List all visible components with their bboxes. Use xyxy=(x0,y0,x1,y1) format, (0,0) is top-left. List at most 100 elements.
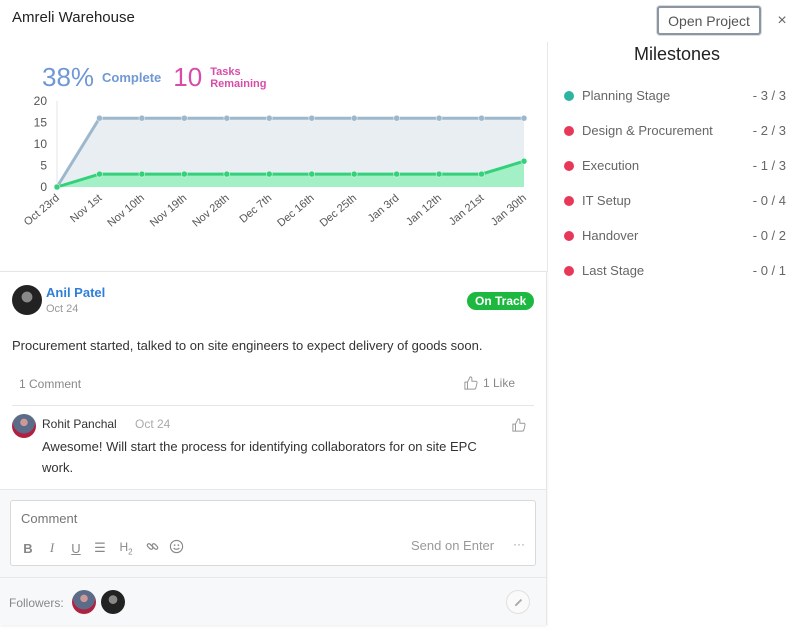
milestone-status-dot xyxy=(564,195,574,206)
composer-area: B I U ☰ H2 Send on Enter ··· xyxy=(0,489,546,577)
milestone-label: Design & Procurement xyxy=(582,123,713,138)
x-tick-label: Nov 28th xyxy=(190,192,231,229)
milestone-count: - 0 / 1 xyxy=(752,263,786,278)
data-point xyxy=(478,170,485,178)
list-icon[interactable]: ☰ xyxy=(93,540,107,556)
x-tick-label: Jan 30th xyxy=(489,192,529,228)
followers-bar: Followers: xyxy=(0,577,546,625)
milestone-count: - 1 / 3 xyxy=(752,158,786,173)
milestone-status-dot xyxy=(564,125,574,136)
milestone-item[interactable]: Planning Stage - 3 / 3 xyxy=(564,78,786,113)
data-point xyxy=(138,170,146,178)
y-tick-label: 0 xyxy=(40,180,47,194)
update-card: Anil Patel Oct 24 On Track Procurement s… xyxy=(0,271,547,625)
milestone-count: - 0 / 4 xyxy=(752,193,786,208)
author-avatar[interactable] xyxy=(12,285,42,315)
x-tick-label: Dec 16th xyxy=(275,192,316,229)
x-tick-label: Jan 21st xyxy=(447,192,487,228)
milestone-count: - 3 / 3 xyxy=(752,88,786,103)
comment-like-button[interactable] xyxy=(512,418,526,437)
data-point xyxy=(266,170,273,178)
heading-icon[interactable]: H2 xyxy=(117,540,135,556)
open-project-button[interactable]: Open Project xyxy=(657,6,761,35)
milestone-item[interactable]: Handover - 0 / 2 xyxy=(564,218,786,253)
data-point xyxy=(308,114,315,122)
data-point xyxy=(96,114,103,122)
pencil-icon xyxy=(514,598,522,606)
milestone-status-dot xyxy=(564,265,574,276)
data-point xyxy=(96,170,103,178)
milestone-status-dot xyxy=(564,90,574,101)
formatting-toolbar: B I U ☰ H2 xyxy=(21,539,184,557)
status-badge: On Track xyxy=(467,292,535,310)
data-point xyxy=(393,170,400,178)
follower-avatar[interactable] xyxy=(72,590,96,614)
milestone-item[interactable]: Last Stage - 0 / 1 xyxy=(564,253,786,288)
x-tick-label: Oct 23rd xyxy=(22,192,62,228)
data-point xyxy=(393,114,400,122)
data-point xyxy=(181,170,188,178)
milestone-label: Last Stage xyxy=(582,263,645,278)
bold-icon[interactable]: B xyxy=(21,541,35,556)
comments-link[interactable]: 1 Comment xyxy=(19,377,81,391)
page-title: Amreli Warehouse xyxy=(12,9,135,26)
milestones-list: Planning Stage - 3 / 3 Design & Procuremen… xyxy=(564,78,786,288)
thumbs-up-icon xyxy=(464,376,478,390)
milestone-count: - 0 / 2 xyxy=(752,228,786,243)
followers-label: Followers: xyxy=(9,596,64,610)
milestone-status-dot xyxy=(564,160,574,171)
emoji-icon[interactable] xyxy=(169,539,184,557)
x-tick-label: Nov 10th xyxy=(105,192,146,229)
commenter-name[interactable]: Rohit Panchal xyxy=(42,417,117,431)
post-body: Procurement started, talked to on site e… xyxy=(12,338,483,353)
post-date: Oct 24 xyxy=(46,303,79,315)
send-on-enter[interactable]: Send on Enter xyxy=(411,538,494,553)
comment-input[interactable] xyxy=(21,511,321,526)
milestone-item[interactable]: Execution - 1 / 3 xyxy=(564,148,786,183)
comment-body: Awesome! Will start the process for iden… xyxy=(42,439,477,475)
data-point xyxy=(435,170,443,178)
progress-chart: 0 5 10 15 20 Oct 23rd Nov 1st Nov 10th Nov 19th N… xyxy=(22,94,529,230)
data-point xyxy=(520,114,528,122)
divider xyxy=(12,405,534,406)
x-tick-label: Dec 25th xyxy=(318,192,359,229)
comment-date: Oct 24 xyxy=(135,417,171,431)
milestone-label: IT Setup xyxy=(582,193,631,208)
data-point xyxy=(266,114,273,122)
milestone-count: - 2 / 3 xyxy=(752,123,786,138)
follower-avatar[interactable] xyxy=(101,590,125,614)
comment-composer: B I U ☰ H2 Send on Enter ··· xyxy=(10,500,536,566)
milestone-label: Handover xyxy=(582,228,639,243)
italic-icon[interactable]: I xyxy=(45,540,59,556)
x-tick-label: Nov 19th xyxy=(148,192,189,229)
more-options-icon[interactable]: ··· xyxy=(513,537,525,551)
milestone-item[interactable]: IT Setup - 0 / 4 xyxy=(564,183,786,218)
underline-icon[interactable]: U xyxy=(69,541,83,556)
data-point xyxy=(223,114,231,122)
link-icon[interactable] xyxy=(145,540,159,556)
milestone-item[interactable]: Design & Procurement - 2 / 3 xyxy=(564,113,786,148)
thumbs-up-icon xyxy=(512,418,526,432)
milestone-label: Execution xyxy=(582,158,640,173)
x-tick-label: Jan 12th xyxy=(404,192,444,228)
commenter-avatar[interactable] xyxy=(12,414,36,438)
milestone-label: Planning Stage xyxy=(582,88,671,103)
close-icon[interactable]: × xyxy=(774,13,790,29)
data-point xyxy=(223,170,231,178)
vertical-divider xyxy=(547,42,548,272)
y-tick-label: 10 xyxy=(34,137,48,151)
data-point xyxy=(138,114,146,122)
complete-label: Complete xyxy=(102,70,162,85)
y-tick-label: 5 xyxy=(40,159,47,173)
data-point xyxy=(350,114,358,122)
x-tick-label: Nov 1st xyxy=(68,192,104,225)
like-button[interactable]: 1 Like xyxy=(464,376,515,390)
tasks-remaining-label: Tasks Remaining xyxy=(210,66,266,90)
data-point xyxy=(53,183,61,191)
edit-followers-button[interactable] xyxy=(506,590,530,614)
data-point xyxy=(181,114,188,122)
y-tick-label: 15 xyxy=(34,116,48,130)
data-point xyxy=(478,114,485,122)
like-count: 1 Like xyxy=(483,376,516,390)
author-name[interactable]: Anil Patel xyxy=(46,285,105,300)
